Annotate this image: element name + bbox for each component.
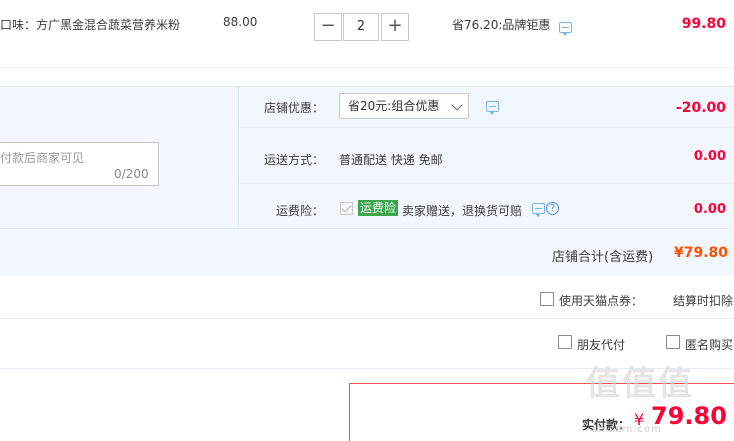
quantity-minus-button[interactable]: − [314,13,342,41]
shop-discount-label: 店铺优惠： [264,101,325,115]
final-payment-value: 79.80 [651,402,727,430]
row-divider [239,183,734,184]
chat-icon[interactable] [559,22,572,36]
quantity-plus-button[interactable]: + [381,13,409,41]
tmall-points-checkbox[interactable] [540,292,554,306]
friend-pay-checkbox[interactable] [558,335,572,349]
unit-price: 88.00 [223,15,258,29]
insurance-label: 运费险： [276,204,325,218]
chat-icon[interactable] [532,203,545,217]
friend-pay-label: 朋友代付 [577,338,626,352]
tmall-points-label: 使用天猫点券： [559,294,644,308]
insurance-checkbox [340,202,353,215]
chat-icon[interactable] [486,101,499,115]
help-icon[interactable]: ? [546,202,559,215]
anonymous-label: 匿名购买 [685,338,734,352]
tmall-points-note: 结算时扣除 [673,294,734,308]
quantity-input[interactable]: 2 [343,13,379,41]
insurance-badge: 运费险 [358,200,399,216]
discount-text: 省76.20:品牌钜惠 [452,18,551,32]
row-divider [0,228,734,229]
row-total-price: 99.80 [681,16,726,32]
row-divider [239,127,734,128]
shipping-method: 普通配送 快递 免邮 [339,153,443,167]
shipping-label: 运送方式： [264,153,325,167]
watermark-logo: 值值值 [586,364,694,404]
message-char-count: 0/200 [114,167,149,181]
shop-discount-value: -20.00 [675,100,726,116]
shop-subtotal-value: ¥79.80 [673,245,728,261]
insurance-text: 卖家赠送，退换货可赔 [402,204,523,218]
product-name: 口味：方广黑金混合蔬菜营养米粉 [0,18,181,32]
shop-subtotal-label: 店铺合计(含运费) [552,250,654,265]
shop-discount-select[interactable]: 省20元:组合优惠 [339,93,469,119]
panel-divider [238,86,239,228]
shop-discount-selected: 省20元:组合优惠 [348,99,440,113]
message-placeholder: 付款后商家可见 [0,151,85,165]
insurance-value: 0.00 [693,202,726,217]
row-divider [0,318,734,319]
watermark-url: smzdm.com [592,424,662,435]
anonymous-checkbox[interactable] [666,335,680,349]
shipping-value: 0.00 [693,149,726,164]
chevron-down-icon [451,99,463,111]
